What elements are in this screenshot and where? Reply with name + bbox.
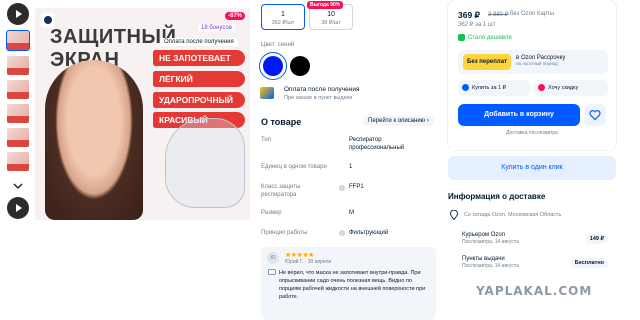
price: 369 ₽ bbox=[458, 10, 480, 20]
want-discount-label: Хочу скидку bbox=[548, 85, 579, 91]
color-label: Цвет: синий bbox=[261, 42, 295, 48]
spec-key: Размер bbox=[261, 210, 282, 216]
thumbnail-3[interactable] bbox=[7, 80, 29, 99]
info-icon[interactable]: i bbox=[339, 230, 345, 236]
price-note: без Ozon Карты bbox=[510, 11, 555, 17]
delivery-option-pickup[interactable]: Пункты выдачи Послезавтра, 14 августа Бе… bbox=[462, 256, 612, 269]
review-meta: Юрий Г. · 30 апреля bbox=[285, 259, 332, 265]
location-pin-icon bbox=[450, 210, 458, 220]
buy-for-1-label: Купить за 1 ₽ bbox=[472, 85, 507, 91]
spec-value: 1 bbox=[349, 164, 353, 170]
variant-qty: 10 bbox=[327, 11, 335, 18]
price-drop-label: Стало дешевле bbox=[468, 35, 512, 42]
info-icon[interactable]: i bbox=[339, 185, 345, 191]
about-title: О товаре bbox=[261, 117, 302, 127]
old-price: 3 880 ₽ bbox=[488, 12, 509, 18]
color-swatch-blue[interactable] bbox=[263, 56, 283, 76]
favorite-button[interactable] bbox=[584, 104, 606, 126]
chevron-down-icon[interactable] bbox=[13, 183, 23, 189]
thumbnail-5[interactable] bbox=[7, 128, 29, 147]
thumbnail-4[interactable] bbox=[7, 104, 29, 123]
price-drop-note: Стало дешевле bbox=[458, 34, 512, 41]
delivery-location-text: Со склада Ozon, Московская Область bbox=[464, 212, 562, 218]
review-card[interactable]: Ю ★★★★★ Юрий Г. · 30 апреля Не верил, чт… bbox=[261, 247, 436, 320]
wallet-icon bbox=[260, 87, 274, 99]
heart-icon bbox=[589, 110, 601, 121]
thumbnail-2[interactable] bbox=[7, 56, 29, 75]
spec-value: FFP1 bbox=[349, 184, 364, 190]
pay-after-badge: Оплата после получения bbox=[160, 38, 238, 46]
rating-stars: ★★★★★ bbox=[285, 252, 314, 259]
spec-value: M bbox=[349, 210, 354, 216]
comment-icon bbox=[268, 269, 276, 275]
add-to-cart-button[interactable]: Добавить в корзину bbox=[458, 104, 580, 126]
spec-key: Принцип работы bbox=[261, 230, 308, 236]
delivery-location[interactable]: Со склада Ozon, Московская Область bbox=[450, 210, 610, 220]
arrow-down-icon bbox=[458, 34, 465, 41]
pay-after-subtitle: При заказе в пункт выдачи bbox=[284, 95, 353, 101]
delivery-option-courier[interactable]: Курьером Ozon Послезавтра, 14 августа 14… bbox=[462, 232, 612, 245]
spec-value: Фильтрующий bbox=[349, 230, 389, 236]
goto-description-button[interactable]: Перейти к описанию › bbox=[363, 116, 434, 126]
feature-pill: НЕ ЗАПОТЕВАЕТ bbox=[153, 50, 245, 66]
installment-subtitle: на льготный период bbox=[516, 61, 558, 66]
delivery-note: Доставка послезавтра bbox=[506, 130, 558, 136]
review-text: Не верил, что маска не запотевает внутри… bbox=[279, 270, 426, 300]
variant-price: 362 ₽/шт bbox=[271, 20, 295, 26]
variant-savings-tag: Выгода 90% bbox=[307, 1, 344, 9]
face-shield-image bbox=[165, 118, 245, 208]
color-swatch-black[interactable] bbox=[290, 56, 310, 76]
feature-pill: ЛЁГКИЙ bbox=[153, 71, 245, 87]
thumbnail-1[interactable] bbox=[6, 30, 30, 51]
avatar: Ю bbox=[267, 252, 279, 264]
seller-logo-icon bbox=[41, 13, 55, 27]
thumbnail-6[interactable] bbox=[7, 152, 29, 171]
watermark: YAPLAKAL.COM bbox=[476, 284, 593, 298]
video-play-icon-2[interactable] bbox=[7, 197, 29, 219]
model-photo bbox=[45, 60, 143, 220]
delivery-option-price: 149 ₽ bbox=[585, 234, 608, 244]
product-main-image[interactable]: -87% 18 бонусов ЗАЩИТНЫЙ ЭКРАН Оплата по… bbox=[35, 8, 250, 220]
discount-badge: -87% bbox=[225, 12, 246, 20]
delivery-option-price: Бесплатно bbox=[570, 258, 608, 268]
price-per-unit: 362 ₽ за 1 шт bbox=[458, 22, 496, 28]
goto-description-label: Перейти к описанию bbox=[368, 118, 426, 124]
variant-price: 38 ₽/шт bbox=[321, 20, 341, 26]
buy-for-1-button[interactable]: Купить за 1 ₽ bbox=[458, 80, 530, 96]
video-play-icon[interactable] bbox=[7, 3, 29, 25]
pay-after-title: Оплата после получения bbox=[284, 86, 360, 93]
price-card: 369 ₽ 3 880 ₽ без Ozon Карты 362 ₽ за 1 … bbox=[448, 0, 616, 150]
delivery-title: Информация о доставке bbox=[448, 192, 546, 201]
variant-1[interactable]: 1 362 ₽/шт bbox=[261, 4, 305, 30]
spec-key: Класс защиты респиратора bbox=[261, 184, 301, 198]
installment-banner[interactable]: Без переплат в Ozon Рассрочку на льготный… bbox=[458, 50, 608, 74]
want-discount-button[interactable]: Хочу скидку bbox=[534, 80, 608, 96]
thumbnail-strip bbox=[4, 0, 30, 320]
feature-pill: УДАРОПРОЧНЫЙ bbox=[153, 92, 245, 108]
installment-tag: Без переплат bbox=[463, 54, 511, 70]
spec-key: Тип bbox=[261, 137, 272, 143]
variant-qty: 1 bbox=[281, 11, 285, 18]
diamond-icon bbox=[462, 84, 469, 91]
tag-icon bbox=[538, 84, 545, 91]
spec-key: Единиц в одном товаре bbox=[261, 164, 327, 170]
buy-one-click-button[interactable]: Купить в один клик bbox=[448, 156, 616, 180]
spec-value: Респиратор профессиональный bbox=[349, 137, 405, 151]
